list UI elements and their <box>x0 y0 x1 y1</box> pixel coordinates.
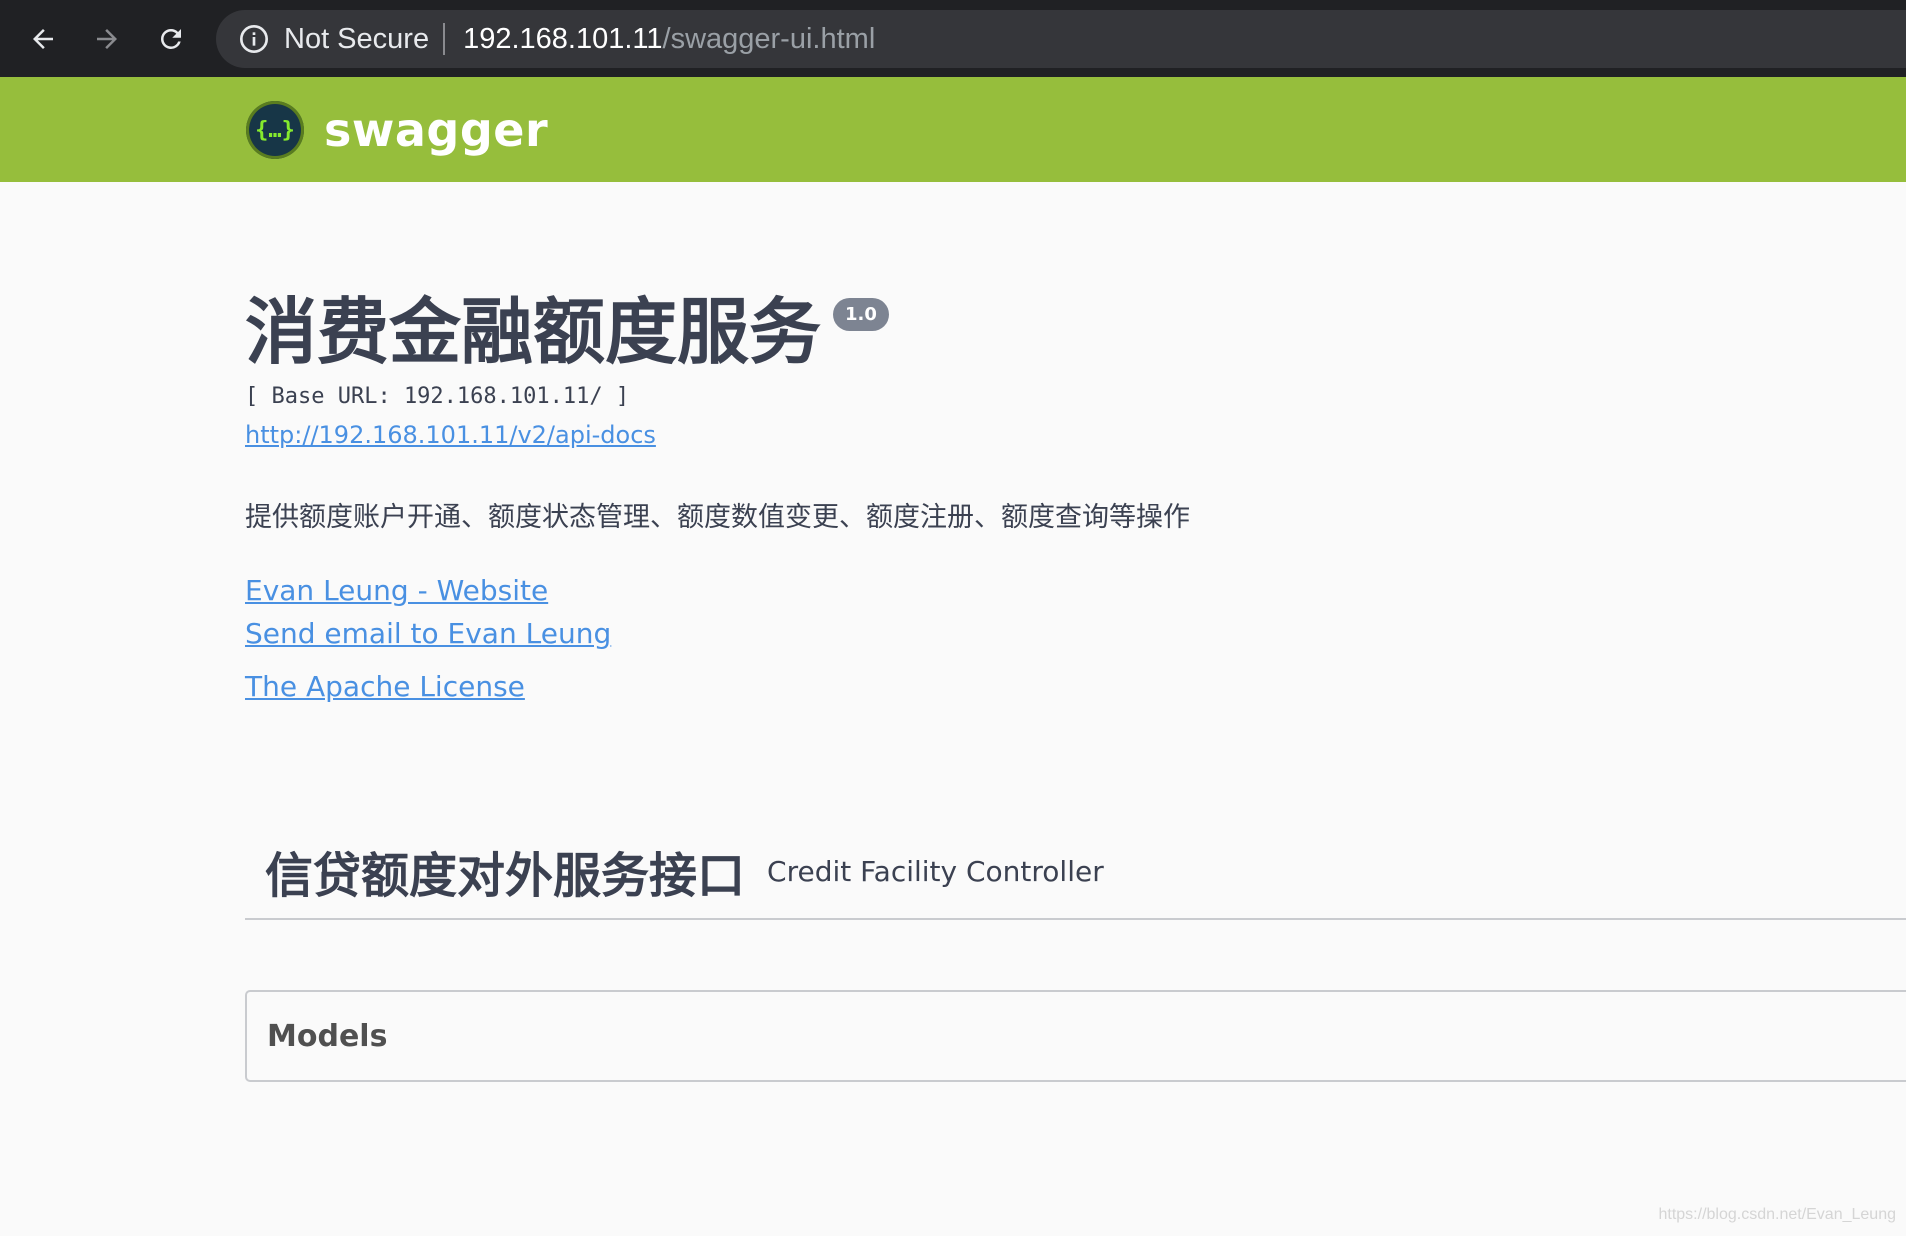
address-bar[interactable]: Not Secure 192.168.101.11/swagger-ui.htm… <box>216 10 1906 68</box>
contact-website-link[interactable]: Evan Leung - Website <box>245 574 1885 607</box>
models-section[interactable]: Models <box>245 990 1906 1082</box>
watermark: https://blog.csdn.net/Evan_Leung <box>1658 1206 1896 1223</box>
api-docs-link[interactable]: http://192.168.101.11/v2/api-docs <box>245 421 656 449</box>
api-description: 提供额度账户开通、额度状态管理、额度数值变更、额度注册、额度查询等操作 <box>245 502 1190 533</box>
reload-icon <box>161 28 181 49</box>
info-icon[interactable] <box>238 23 270 55</box>
tag-name[interactable]: 信贷额度对外服务接口 <box>265 836 745 906</box>
reload-button[interactable] <box>152 20 190 58</box>
url-host: 192.168.101.11 <box>463 22 663 55</box>
tag-section-header[interactable]: 信贷额度对外服务接口 Credit Facility Controller <box>245 820 1906 920</box>
tag-description: Credit Facility Controller <box>767 854 1104 888</box>
base-url: [ Base URL: 192.168.101.11/ ] <box>245 384 630 409</box>
api-info: 消费金融额度服务 1.0 [ Base URL: 192.168.101.11/… <box>245 290 1885 703</box>
security-status[interactable]: Not Secure <box>284 23 429 56</box>
logo-text: swagger <box>324 103 549 157</box>
back-button[interactable] <box>24 20 62 58</box>
browser-toolbar: Not Secure 192.168.101.11/swagger-ui.htm… <box>0 0 1906 77</box>
version-badge: 1.0 <box>833 298 889 331</box>
contact-email-link[interactable]: Send email to Evan Leung <box>245 617 1885 650</box>
forward-button[interactable] <box>88 20 126 58</box>
forward-arrow-icon <box>97 29 117 49</box>
swagger-logo[interactable]: {…} swagger <box>246 101 548 159</box>
title-row: 消费金融额度服务 1.0 <box>245 290 1885 374</box>
logo-glyph: {…} <box>255 117 295 143</box>
models-title[interactable]: Models <box>267 1019 387 1054</box>
swagger-logo-icon: {…} <box>246 101 304 159</box>
back-arrow-icon <box>33 29 53 49</box>
api-title: 消费金融额度服务 <box>245 290 822 374</box>
url-path: /swagger-ui.html <box>662 22 876 55</box>
address-separator <box>443 23 446 55</box>
license-link[interactable]: The Apache License <box>245 670 1885 703</box>
